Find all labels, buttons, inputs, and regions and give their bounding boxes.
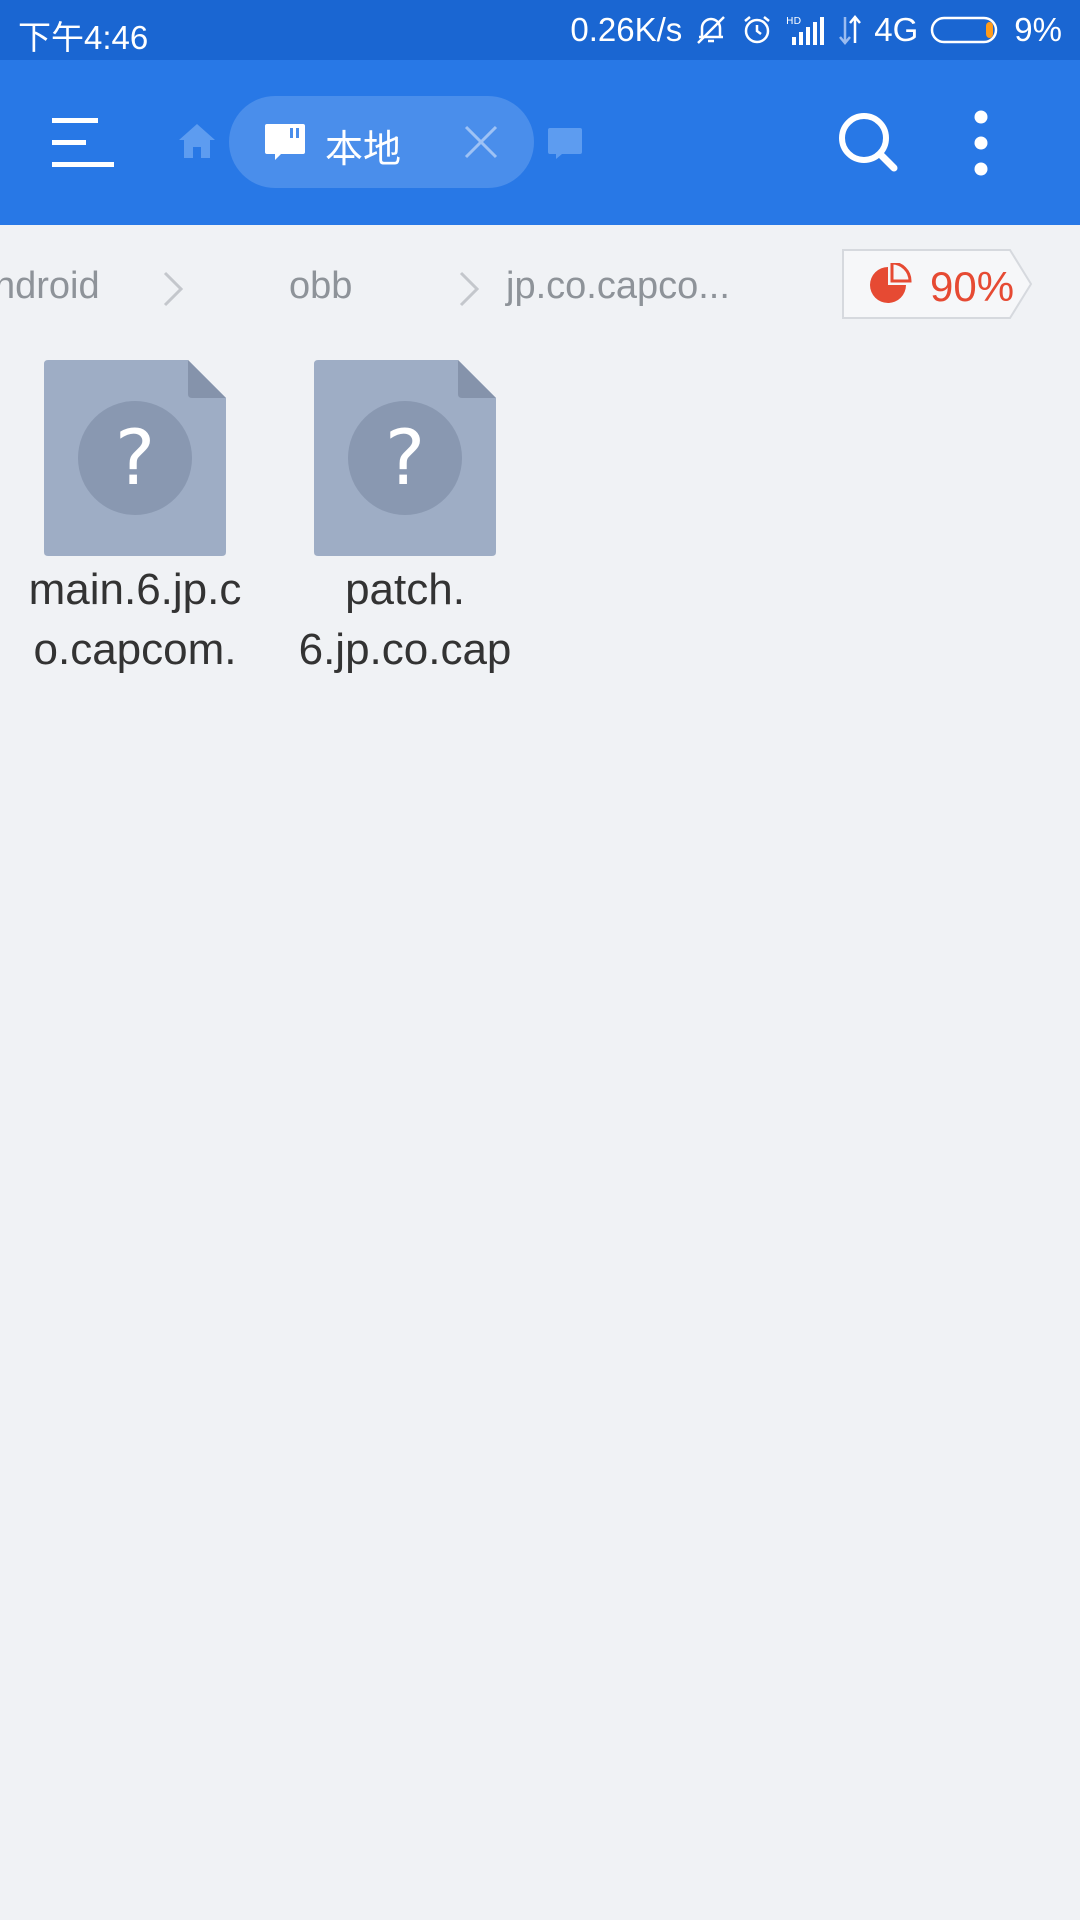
file-item[interactable]: ? patch. 6.jp.co.cap (280, 360, 530, 680)
file-item[interactable]: ? main.6.jp.c o.capcom. (10, 360, 260, 680)
file-name: patch. 6.jp.co.cap (280, 560, 530, 680)
tab-label: 本地 (325, 129, 402, 171)
more-options-button[interactable] (968, 108, 994, 178)
file-name-line: main.6.jp.c (28, 565, 242, 614)
status-time: 下午4:46 (18, 19, 149, 56)
breadcrumb-item-android[interactable]: ndroid (0, 265, 100, 308)
breadcrumb-item-package[interactable]: jp.co.capco... (506, 265, 730, 308)
menu-icon (52, 118, 114, 167)
unknown-file-icon: ? (44, 360, 226, 556)
file-name-line: patch. (345, 565, 465, 614)
network-type: 4G (874, 11, 919, 48)
storage-percent: 90% (930, 263, 1015, 310)
home-button[interactable] (178, 122, 216, 160)
menu-button[interactable] (52, 116, 114, 170)
search-icon (839, 113, 898, 172)
mute-bell-icon (694, 13, 728, 47)
status-indicators: 0.26K/s HD 4G 9% (570, 8, 1062, 52)
hd-signal-icon: HD (786, 13, 826, 47)
battery-icon (930, 15, 1002, 45)
breadcrumb-item-obb[interactable]: obb (289, 265, 352, 308)
home-icon (179, 124, 215, 158)
svg-text:?: ? (385, 413, 425, 502)
alarm-icon (740, 13, 774, 47)
tab-sd-card[interactable] (546, 126, 584, 160)
unknown-file-icon: ? (314, 360, 496, 556)
file-name-line: o.capcom. (33, 625, 237, 674)
tab-local[interactable]: 本地 (229, 96, 534, 188)
file-name-line: 6.jp.co.cap (298, 625, 512, 674)
pie-chart-icon (870, 263, 912, 303)
chevron-right-icon (163, 271, 184, 307)
battery-level: 9% (1014, 11, 1062, 48)
data-arrows-icon (838, 13, 862, 47)
sd-card-icon (265, 124, 305, 160)
chevron-right-icon (459, 271, 480, 307)
close-icon[interactable] (463, 124, 499, 160)
search-button[interactable] (836, 110, 900, 174)
storage-badge[interactable]: 90% (840, 247, 1034, 321)
svg-text:?: ? (115, 413, 155, 502)
breadcrumb: ndroid obb jp.co.capco... 90% (0, 225, 1080, 345)
more-vert-icon (974, 110, 988, 176)
svg-text:HD: HD (786, 16, 802, 27)
file-name: main.6.jp.c o.capcom. (10, 560, 260, 680)
status-bar: 下午4:46 0.26K/s HD 4G 9% (0, 0, 1080, 60)
toolbar: 本地 (0, 60, 1080, 225)
net-speed: 0.26K/s (570, 11, 683, 48)
sd-card-icon (548, 128, 582, 159)
